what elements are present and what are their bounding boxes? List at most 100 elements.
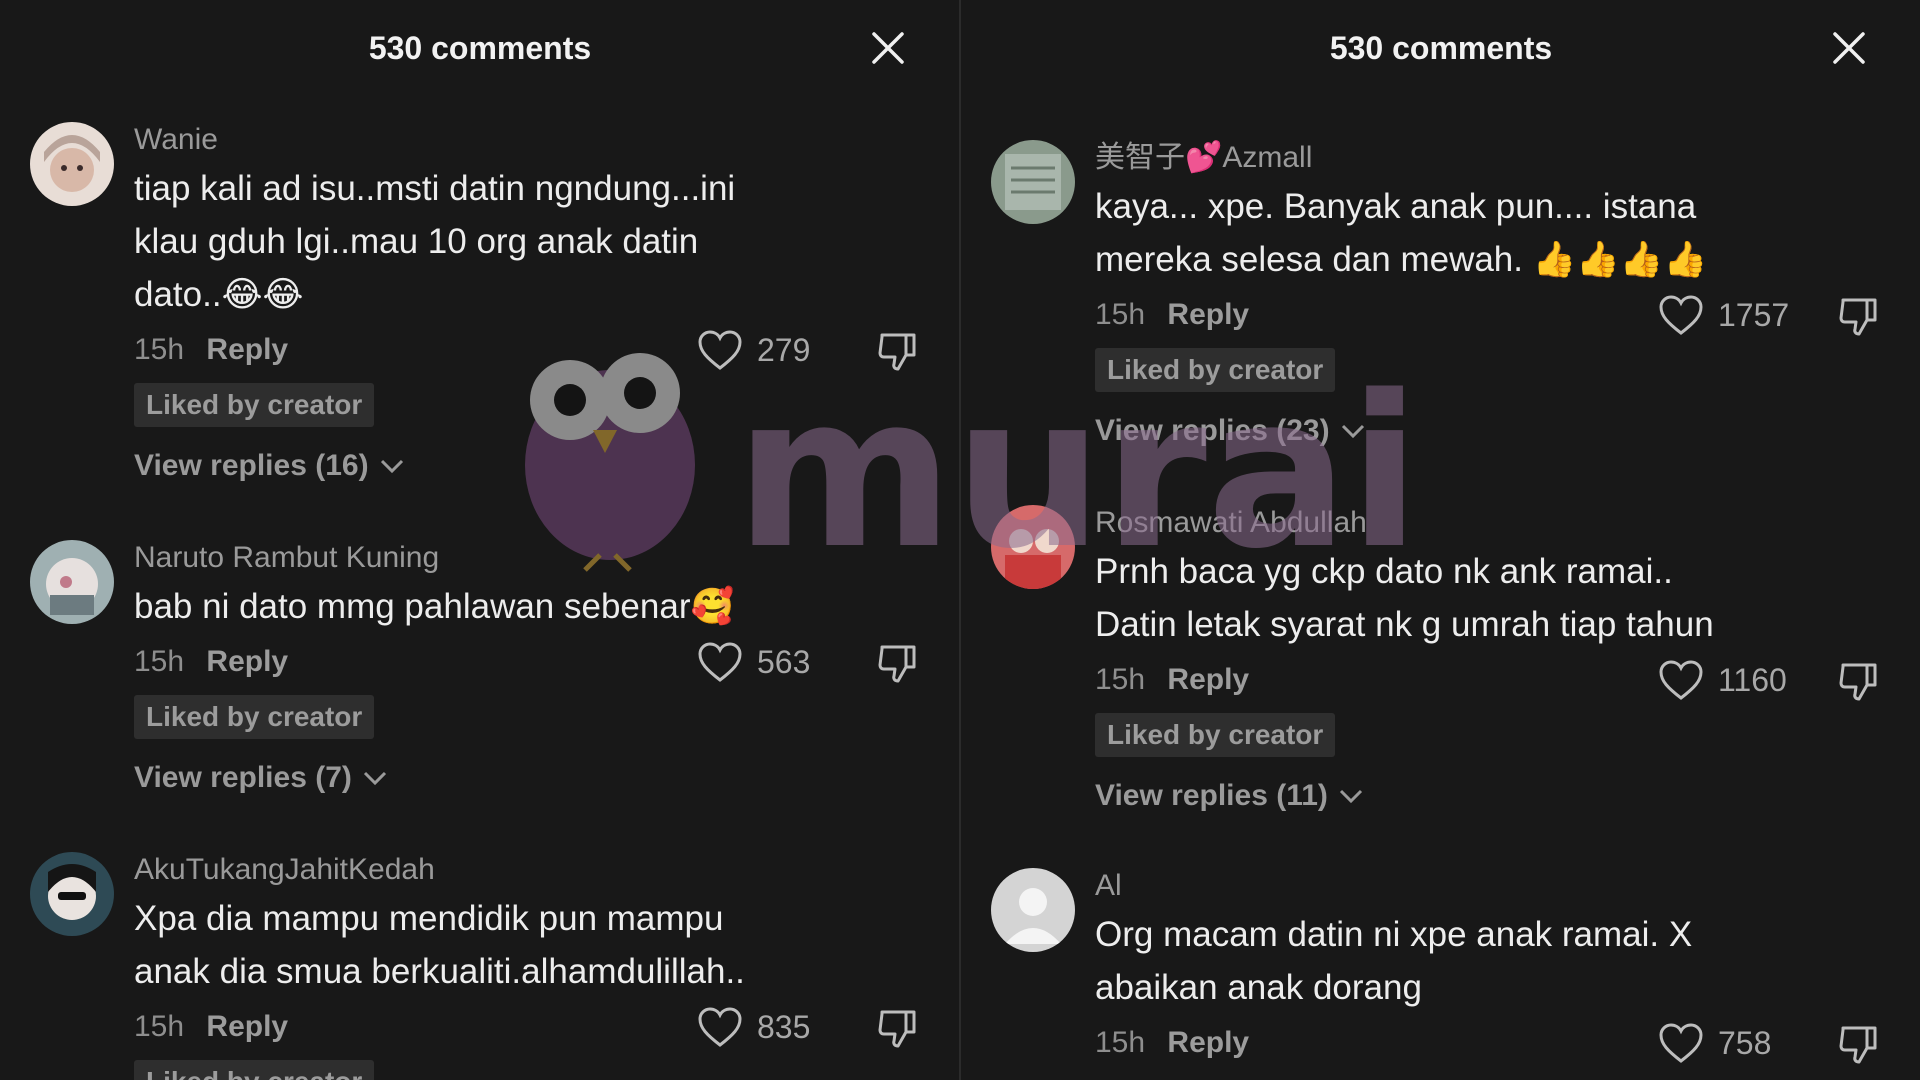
close-button[interactable]	[1829, 28, 1869, 68]
comments-count-title: 530 comments	[368, 30, 592, 66]
view-replies-toggle[interactable]: View replies (7)	[134, 761, 834, 795]
chevron-down-icon	[363, 771, 386, 786]
comment-meta: 15h Reply 1757	[1095, 292, 1877, 338]
thumbs-down-icon	[1839, 663, 1877, 701]
comment-text: Prnh baca yg ckp dato nk ank ramai.. Dat…	[1095, 545, 1795, 651]
comment-username[interactable]: Wanie	[134, 122, 834, 158]
comment-username[interactable]: Al	[1095, 868, 1795, 904]
comment-line: anak dia smua berkualiti.alhamdulillah..	[134, 952, 745, 991]
screenshot-stage: 530 comments Wanie tiap kali ad isu..mst…	[0, 0, 1920, 1080]
comment-time: 15h	[134, 333, 185, 366]
avatar[interactable]	[991, 505, 1075, 589]
comment-meta: 15h Reply 1160	[1095, 657, 1877, 703]
thumbs-down-icon	[878, 645, 916, 683]
thumbs-down-icon	[878, 1010, 916, 1048]
close-icon	[1833, 32, 1865, 64]
reply-button[interactable]: Reply	[1167, 657, 1249, 703]
thumbs-down-icon	[1839, 1026, 1877, 1064]
close-icon	[872, 32, 904, 64]
avatar[interactable]	[30, 122, 114, 206]
comment-line: Datin letak syarat nk g umrah tiap tahun	[1095, 605, 1714, 644]
like-count: 758	[1718, 1025, 1772, 1061]
comment-line: tiap kali ad isu..msti datin ngndung...i…	[134, 169, 736, 208]
default-avatar-icon	[991, 868, 1075, 952]
comment-username[interactable]: Naruto Rambut Kuning	[134, 540, 834, 576]
reply-button[interactable]: Reply	[1167, 1020, 1249, 1066]
heart-icon	[1659, 1023, 1703, 1063]
comments-header: 530 comments	[0, 0, 960, 100]
dislike-button[interactable]	[1837, 1022, 1881, 1066]
thumbs-down-icon	[878, 333, 916, 371]
avatar[interactable]	[991, 868, 1075, 952]
view-replies-toggle[interactable]: View replies (23)	[1095, 414, 1795, 448]
comment-body: Naruto Rambut Kuning bab ni dato mmg pah…	[134, 540, 916, 795]
reply-button[interactable]: Reply	[206, 327, 288, 373]
liked-by-creator-badge: Liked by creator	[134, 695, 375, 739]
comment-line: dato..😂😂	[134, 275, 304, 314]
liked-by-creator-badge: Liked by creator	[1095, 713, 1336, 757]
view-replies-label: View replies (16)	[134, 449, 369, 482]
like-count: 835	[757, 1009, 811, 1045]
close-button[interactable]	[868, 28, 908, 68]
comment-body: Rosmawati Abdullah Prnh baca yg ckp dato…	[1095, 505, 1877, 813]
dislike-button[interactable]	[1837, 659, 1881, 703]
avatar[interactable]	[991, 140, 1075, 224]
view-replies-label: View replies (11)	[1095, 779, 1328, 812]
heart-icon	[1659, 660, 1703, 700]
comment-line: abaikan anak dorang	[1095, 968, 1422, 1007]
comment-meta: 15h Reply 758	[1095, 1020, 1877, 1066]
comment-meta: 15h Reply 563	[134, 639, 916, 685]
reply-button[interactable]: Reply	[206, 1004, 288, 1050]
like-button[interactable]: 563	[697, 639, 810, 685]
comment-line: mereka selesa dan mewah. 👍👍👍👍	[1095, 240, 1708, 279]
like-count: 279	[757, 332, 811, 368]
like-button[interactable]: 1160	[1658, 657, 1787, 703]
comment-time: 15h	[1095, 298, 1146, 331]
comment-body: 美智子💕Azmall kaya... xpe. Banyak anak pun.…	[1095, 140, 1877, 448]
reply-button[interactable]: Reply	[1167, 292, 1249, 338]
like-button[interactable]: 835	[697, 1004, 810, 1050]
chevron-down-icon	[1339, 789, 1362, 804]
comment-meta: 15h Reply 835	[134, 1004, 916, 1050]
view-replies-label: View replies (7)	[134, 761, 352, 794]
comment-body: Wanie tiap kali ad isu..msti datin ngndu…	[134, 122, 916, 483]
liked-by-creator-badge: Liked by creator	[1095, 348, 1336, 392]
avatar[interactable]	[30, 540, 114, 624]
comment-text: kaya... xpe. Banyak anak pun.... istana …	[1095, 180, 1795, 286]
liked-by-creator-badge: Liked by creator	[134, 383, 375, 427]
dislike-button[interactable]	[876, 1006, 920, 1050]
comment-line: klau gduh lgi..mau 10 org anak datin	[134, 222, 699, 261]
comment-username[interactable]: 美智子💕Azmall	[1095, 140, 1795, 176]
comment-line: kaya... xpe. Banyak anak pun.... istana	[1095, 187, 1697, 226]
comment-line: Org macam datin ni xpe anak ramai. X	[1095, 915, 1693, 954]
like-button[interactable]: 279	[697, 327, 810, 373]
dislike-button[interactable]	[876, 329, 920, 373]
chevron-down-icon	[380, 459, 403, 474]
comment-time: 15h	[134, 645, 185, 678]
comment-username[interactable]: AkuTukangJahitKedah	[134, 852, 834, 888]
reply-button[interactable]: Reply	[206, 639, 288, 685]
dislike-button[interactable]	[1837, 294, 1881, 338]
comment-meta: 15h Reply 279	[134, 327, 916, 373]
comment-text: tiap kali ad isu..msti datin ngndung...i…	[134, 162, 834, 321]
avatar[interactable]	[30, 852, 114, 936]
like-button[interactable]: 1757	[1658, 292, 1789, 338]
view-replies-toggle[interactable]: View replies (16)	[134, 449, 834, 483]
like-count: 1757	[1718, 297, 1790, 333]
liked-by-creator-badge: Liked by creator	[134, 1060, 375, 1080]
comment-line: bab ni dato mmg pahlawan sebenar🥰	[134, 587, 735, 626]
heart-icon	[698, 1007, 742, 1047]
comment-text: Org macam datin ni xpe anak ramai. X aba…	[1095, 908, 1795, 1014]
comments-panel-right: 530 comments 美智子💕Azmall kaya... xpe. Ban…	[961, 0, 1920, 1080]
heart-icon	[698, 330, 742, 370]
comment-time: 15h	[1095, 1026, 1146, 1059]
view-replies-toggle[interactable]: View replies (11)	[1095, 779, 1795, 813]
dislike-button[interactable]	[876, 641, 920, 685]
like-button[interactable]: 758	[1658, 1020, 1771, 1066]
comment-time: 15h	[1095, 663, 1146, 696]
like-count: 563	[757, 644, 811, 680]
comment-username[interactable]: Rosmawati Abdullah	[1095, 505, 1795, 541]
heart-icon	[698, 642, 742, 682]
comment-text: Xpa dia mampu mendidik pun mampu anak di…	[134, 892, 834, 998]
comments-header: 530 comments	[961, 0, 1920, 100]
